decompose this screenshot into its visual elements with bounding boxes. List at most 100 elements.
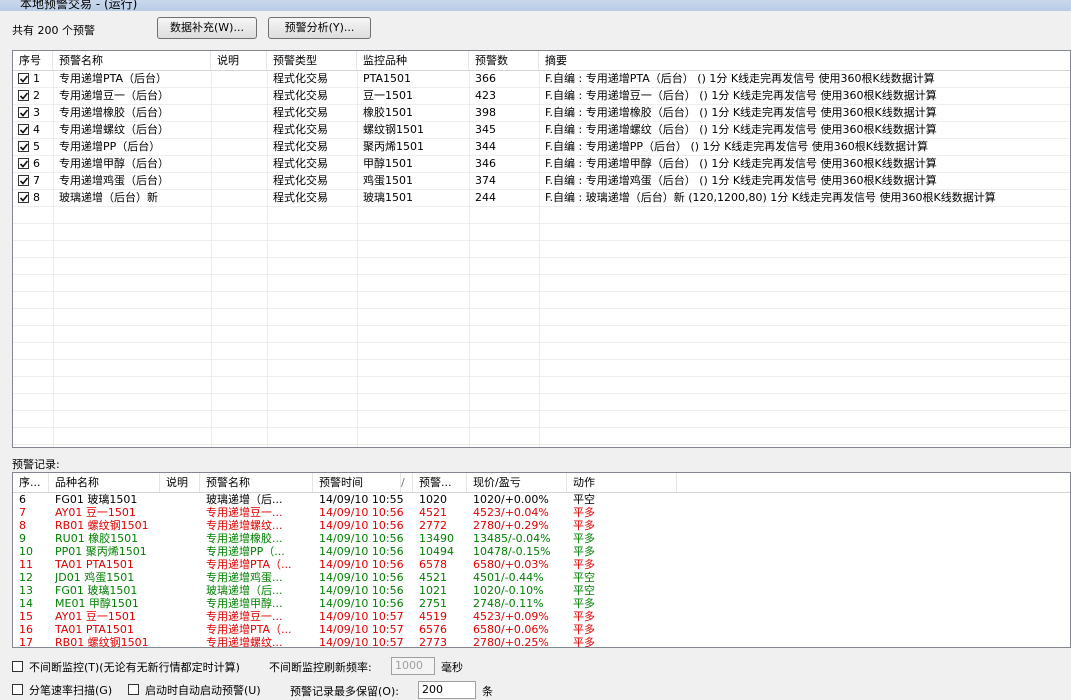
- alert-enabled-checkbox[interactable]: [18, 158, 29, 169]
- alert-row[interactable]: 6 专用递增甲醇（后台） 程式化交易 甲醇1501 346 F.自编 : 专用递增甲醇（后…: [13, 156, 1070, 173]
- record-cell-symbol: FG01 玻璃1501: [55, 493, 138, 506]
- alert-enabled-checkbox[interactable]: [18, 73, 29, 84]
- empty-row: [13, 275, 1070, 292]
- alerts-col-header[interactable]: 预警数: [469, 51, 539, 70]
- record-cell-time: 14/09/10 10:56: [319, 545, 404, 558]
- record-cell-no: 7: [19, 506, 26, 519]
- alerts-col-header[interactable]: 监控品种: [357, 51, 469, 70]
- records-col-header[interactable]: 动作: [567, 473, 677, 492]
- alert-row[interactable]: 2 专用递增豆一（后台） 程式化交易 豆一1501 423 F.自编 : 专用递增豆一（后…: [13, 88, 1070, 105]
- checkmark-icon: [19, 92, 29, 100]
- alert-enabled-checkbox[interactable]: [18, 107, 29, 118]
- records-col-header[interactable]: 品种名称: [49, 473, 160, 492]
- alerts-col-header[interactable]: 预警类型: [267, 51, 357, 70]
- data-supplement-button[interactable]: 数据补充(W)...: [157, 17, 257, 39]
- record-cell-pnl: 13485/-0.04%: [473, 532, 551, 545]
- record-cell-desc: [166, 506, 200, 519]
- alert-cell-symbol: 豆一1501: [363, 89, 413, 102]
- options-panel: 不间断监控(T)(无论有无新行情都定时计算) 不间断监控刷新频率: 1000 毫…: [0, 652, 1071, 700]
- record-cell-time: 14/09/10 10:57: [319, 610, 404, 623]
- alert-count-text: 共有 200 个预警: [12, 24, 95, 37]
- empty-row: [13, 428, 1070, 445]
- alerts-col-header[interactable]: 预警名称: [53, 51, 211, 70]
- autostart-checkbox[interactable]: [128, 684, 139, 695]
- record-row[interactable]: 17 RB01 螺纹钢1501 专用递增螺纹... 14/09/10 10:57 277…: [13, 636, 1070, 648]
- alert-row[interactable]: 5 专用递增PP（后台） 程式化交易 聚丙烯1501 344 F.自编 : 专用递增PP（…: [13, 139, 1070, 156]
- sort-indicator[interactable]: /: [401, 473, 413, 492]
- record-row[interactable]: 9 RU01 橡胶1501 专用递增橡胶... 14/09/10 10:56 13490…: [13, 532, 1070, 545]
- record-cell-symbol: RU01 橡胶1501: [55, 532, 139, 545]
- column-divider: [357, 71, 358, 447]
- record-cell-pnl: 1020/-0.10%: [473, 584, 544, 597]
- record-cell-desc: [166, 597, 200, 610]
- alert-cell-no: 5: [33, 140, 40, 153]
- autostart-label: 启动时自动启动预警(U): [145, 684, 261, 697]
- record-row[interactable]: 10 PP01 聚丙烯1501 专用递增PP（... 14/09/10 10:56 10…: [13, 545, 1070, 558]
- alert-enabled-checkbox[interactable]: [18, 124, 29, 135]
- records-table-header: 序... 品种名称 说明 预警名称 预警时间 / 预警... 现价/盈亏 动作: [13, 473, 1070, 493]
- alert-row[interactable]: 1 专用递增PTA（后台） 程式化交易 PTA1501 366 F.自编 : 专用递增PT…: [13, 71, 1070, 88]
- record-cell-pnl: 2780/+0.29%: [473, 519, 549, 532]
- alert-cell-symbol: 玻璃1501: [363, 191, 413, 204]
- records-col-header[interactable]: 预警名称: [200, 473, 313, 492]
- record-cell-desc: [166, 584, 200, 597]
- record-row[interactable]: 7 AY01 豆一1501 专用递增豆一... 14/09/10 10:56 4521 4…: [13, 506, 1070, 519]
- record-cell-price: 1020: [419, 493, 447, 506]
- alert-enabled-checkbox[interactable]: [18, 192, 29, 203]
- alert-cell-desc: [217, 173, 265, 189]
- continuous-monitor-checkbox[interactable]: [12, 661, 23, 672]
- record-cell-time: 14/09/10 10:57: [319, 623, 404, 636]
- alert-enabled-checkbox[interactable]: [18, 175, 29, 186]
- column-divider: [53, 71, 54, 447]
- alerts-table-header: 序号 预警名称 说明 预警类型 监控品种 预警数 摘要: [13, 51, 1070, 71]
- alert-cell-no: 6: [33, 157, 40, 170]
- alert-cell-name: 玻璃递增（后台）新: [59, 191, 158, 204]
- record-cell-no: 10: [19, 545, 33, 558]
- alerts-col-header[interactable]: 摘要: [539, 51, 1070, 70]
- record-row[interactable]: 6 FG01 玻璃1501 玻璃递增（后... 14/09/10 10:55 1020 1…: [13, 493, 1070, 506]
- empty-row: [13, 292, 1070, 309]
- checkmark-icon: [19, 143, 29, 151]
- alert-enabled-checkbox[interactable]: [18, 90, 29, 101]
- records-col-header[interactable]: 序...: [13, 473, 49, 492]
- max-records-input[interactable]: 200: [418, 681, 476, 699]
- alert-analysis-button[interactable]: 预警分析(Y)...: [268, 17, 371, 39]
- alert-enabled-checkbox[interactable]: [18, 141, 29, 152]
- record-cell-name: 玻璃递增（后...: [206, 493, 283, 506]
- record-row[interactable]: 14 ME01 甲醇1501 专用递增甲醇... 14/09/10 10:56 2751…: [13, 597, 1070, 610]
- alert-cell-desc: [217, 105, 265, 121]
- record-row[interactable]: 15 AY01 豆一1501 专用递增豆一... 14/09/10 10:57 4519…: [13, 610, 1070, 623]
- record-row[interactable]: 13 FG01 玻璃1501 玻璃递增（后... 14/09/10 10:56 1021…: [13, 584, 1070, 597]
- alert-row[interactable]: 8 玻璃递增（后台）新 程式化交易 玻璃1501 244 F.自编 : 玻璃递增（后台）新…: [13, 190, 1070, 207]
- refresh-rate-label: 不间断监控刷新频率:: [269, 661, 372, 674]
- empty-row: [13, 343, 1070, 360]
- refresh-rate-input[interactable]: 1000: [391, 657, 435, 675]
- alerts-col-header[interactable]: 序号: [13, 51, 53, 70]
- record-cell-pnl: 4501/-0.44%: [473, 571, 544, 584]
- records-col-header[interactable]: 预警时间: [313, 473, 401, 492]
- records-col-header[interactable]: 说明: [160, 473, 200, 492]
- alert-cell-desc: [217, 156, 265, 172]
- tick-scan-checkbox[interactable]: [12, 684, 23, 695]
- record-cell-price: 2773: [419, 636, 447, 648]
- alert-cell-count: 346: [475, 157, 496, 170]
- record-row[interactable]: 8 RB01 螺纹钢1501 专用递增螺纹... 14/09/10 10:56 2772…: [13, 519, 1070, 532]
- record-cell-name: 专用递增甲醇...: [206, 597, 283, 610]
- alert-row[interactable]: 7 专用递增鸡蛋（后台） 程式化交易 鸡蛋1501 374 F.自编 : 专用递增鸡蛋（后…: [13, 173, 1070, 190]
- record-cell-desc: [166, 545, 200, 558]
- records-col-header[interactable]: 现价/盈亏: [467, 473, 567, 492]
- record-row[interactable]: 16 TA01 PTA1501 专用递增PTA（... 14/09/10 10:57 6…: [13, 623, 1070, 636]
- record-cell-no: 15: [19, 610, 33, 623]
- record-row[interactable]: 11 TA01 PTA1501 专用递增PTA（... 14/09/10 10:56 6…: [13, 558, 1070, 571]
- record-cell-no: 13: [19, 584, 33, 597]
- record-row[interactable]: 12 JD01 鸡蛋1501 专用递增鸡蛋... 14/09/10 10:56 4521…: [13, 571, 1070, 584]
- continuous-monitor-label: 不间断监控(T)(无论有无新行情都定时计算): [29, 661, 240, 674]
- alert-row[interactable]: 3 专用递增橡胶（后台） 程式化交易 橡胶1501 398 F.自编 : 专用递增橡胶（后…: [13, 105, 1070, 122]
- column-divider: [469, 71, 470, 447]
- records-col-header[interactable]: 预警...: [413, 473, 467, 492]
- empty-row: [13, 394, 1070, 411]
- alert-cell-name: 专用递增PTA（后台）: [59, 72, 168, 85]
- alert-row[interactable]: 4 专用递增螺纹（后台） 程式化交易 螺纹钢1501 345 F.自编 : 专用递增螺纹（…: [13, 122, 1070, 139]
- alert-cell-summary: F.自编 : 玻璃递增（后台）新 (120,1200,80) 1分 K线走完再发…: [545, 191, 996, 204]
- alerts-col-header[interactable]: 说明: [211, 51, 267, 70]
